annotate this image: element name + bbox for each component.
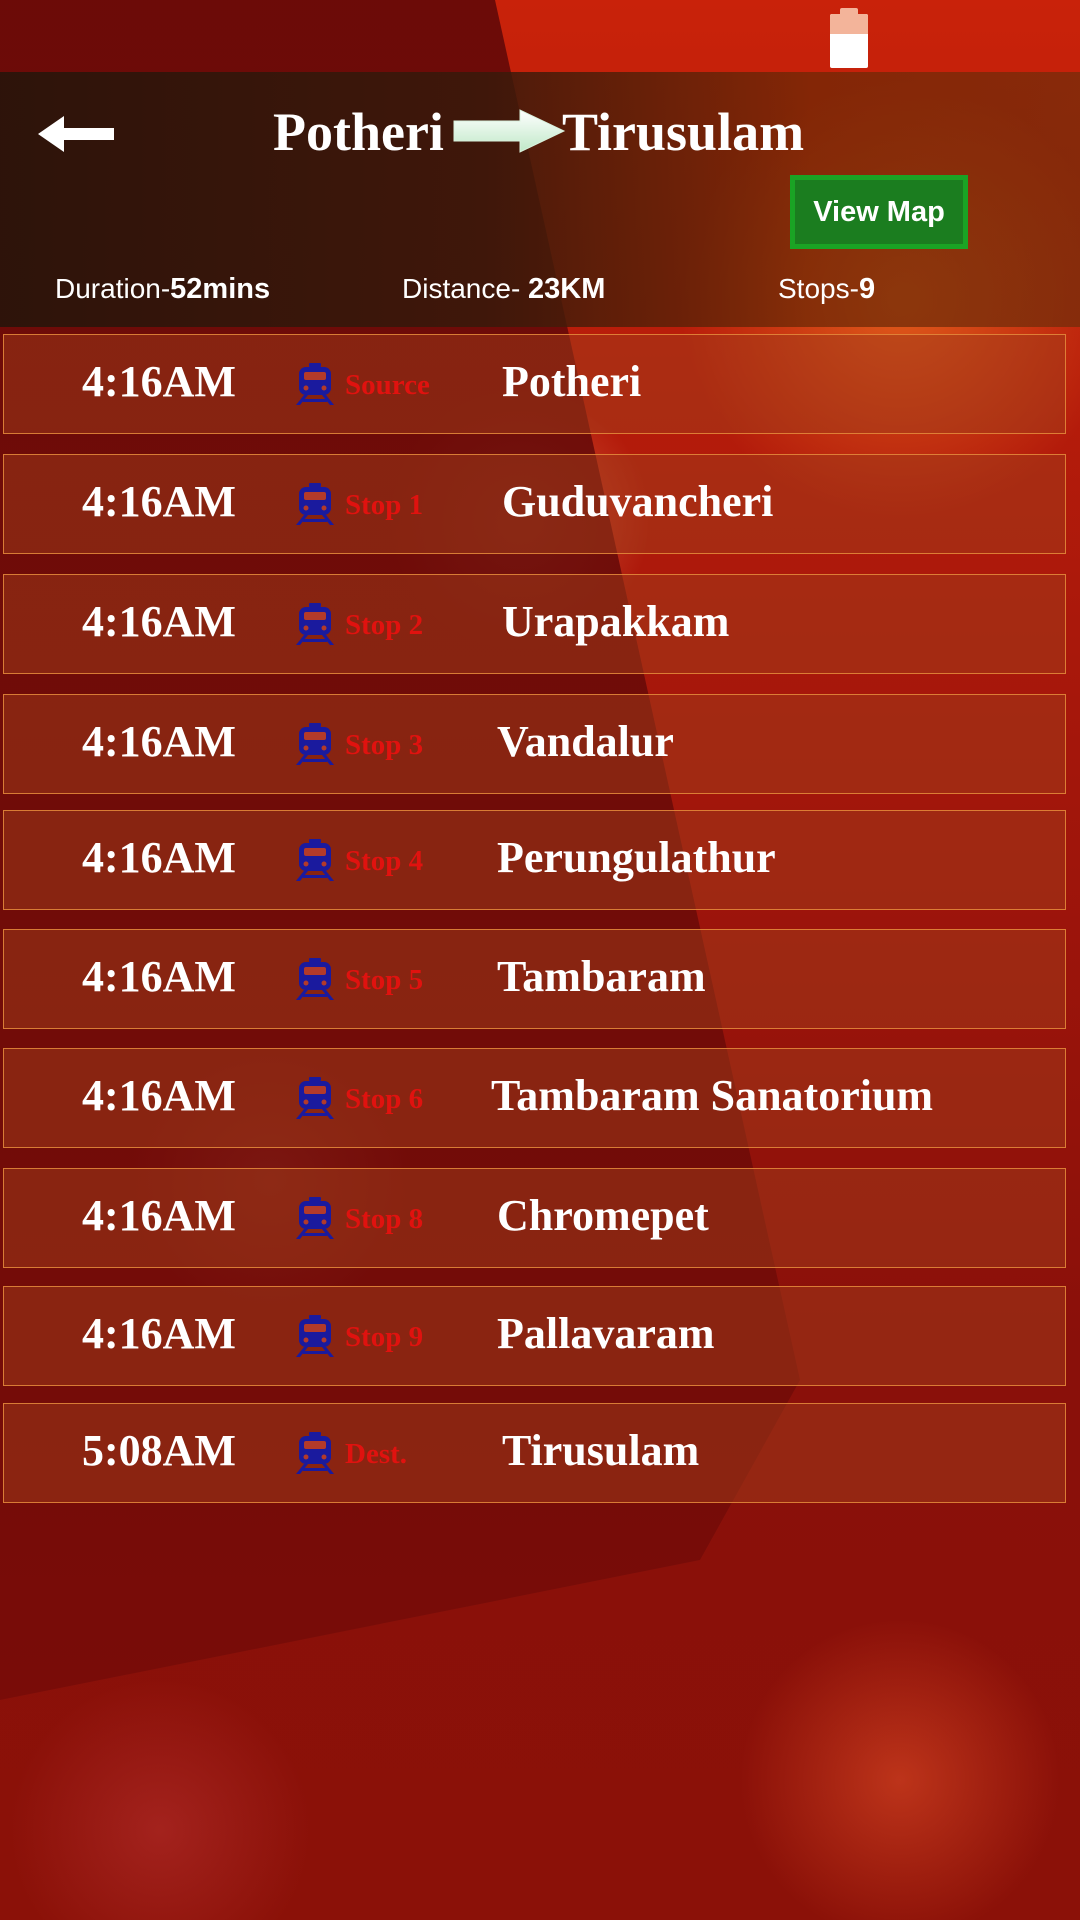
stop-label: Stop 8 [345, 1203, 424, 1235]
stops-value: 9 [858, 273, 876, 305]
station-name: Chromepet [497, 1191, 709, 1240]
station-name: Tambaram [497, 952, 706, 1001]
station-name: Vandalur [497, 717, 674, 766]
duration-info: Duration-52mins [55, 273, 270, 306]
route-header: Potheri Tirusulam View Map Duration-52mi… [0, 72, 1080, 327]
duration-value: 52mins [170, 273, 271, 305]
stop-time: 4:16AM [82, 833, 236, 882]
stop-label: Stop 4 [345, 845, 424, 877]
train-icon [296, 483, 334, 525]
back-arrow-icon[interactable] [38, 112, 118, 156]
stop-time: 4:16AM [82, 1071, 236, 1120]
train-icon [296, 1315, 334, 1357]
train-icon [296, 603, 334, 645]
train-icon [296, 1432, 334, 1474]
stop-time: 4:16AM [82, 597, 236, 646]
stop-label: Source [345, 369, 430, 401]
stop-time: 4:16AM [82, 952, 236, 1001]
stop-row[interactable]: 4:16AM Stop 9 Pallavaram [3, 1286, 1066, 1386]
distance-label: Distance- [402, 273, 521, 304]
stop-row[interactable]: 4:16AM Stop 5 Tambaram [3, 929, 1066, 1029]
stops-label: Stops- [778, 273, 859, 304]
train-icon [296, 723, 334, 765]
view-map-button[interactable]: View Map [790, 175, 968, 249]
train-icon [296, 1077, 334, 1119]
station-name: Perungulathur [497, 833, 776, 882]
stop-label: Dest. [345, 1438, 408, 1470]
stop-label: Stop 9 [345, 1321, 424, 1353]
train-icon [296, 363, 334, 405]
stop-row[interactable]: 4:16AM Stop 1 Guduvancheri [3, 454, 1066, 554]
stop-row[interactable]: 4:16AM Source Potheri [3, 334, 1066, 434]
distance-info: Distance- 23KM [402, 273, 605, 306]
station-name: Pallavaram [497, 1309, 715, 1358]
station-name: Potheri [502, 357, 642, 406]
battery-icon [830, 8, 868, 68]
stop-row[interactable]: 4:16AM Stop 2 Urapakkam [3, 574, 1066, 674]
stop-label: Stop 3 [345, 729, 424, 761]
route-origin: Potheri [273, 102, 444, 162]
stop-label: Stop 5 [345, 964, 424, 996]
stop-label: Stop 2 [345, 609, 424, 641]
station-name: Guduvancheri [502, 477, 774, 526]
stop-row[interactable]: 5:08AM Dest. Tirusulam [3, 1403, 1066, 1503]
stop-label: Stop 1 [345, 489, 424, 521]
stop-time: 5:08AM [82, 1426, 236, 1475]
stop-time: 4:16AM [82, 717, 236, 766]
route-destination: Tirusulam [562, 102, 805, 162]
right-arrow-icon [453, 109, 566, 153]
distance-value: 23KM [528, 273, 606, 305]
stop-label: Stop 6 [345, 1083, 424, 1115]
stop-time: 4:16AM [82, 1309, 236, 1358]
stop-row[interactable]: 4:16AM Stop 8 Chromepet [3, 1168, 1066, 1268]
status-bar [0, 0, 1080, 72]
stop-time: 4:16AM [82, 477, 236, 526]
station-name: Urapakkam [502, 597, 730, 646]
station-name: Tirusulam [502, 1426, 700, 1475]
stop-time: 4:16AM [82, 1191, 236, 1240]
stop-time: 4:16AM [82, 357, 236, 406]
stop-row[interactable]: 4:16AM Stop 3 Vandalur [3, 694, 1066, 794]
stop-row[interactable]: 4:16AM Stop 4 Perungulathur [3, 810, 1066, 910]
stop-row[interactable]: 4:16AM Stop 6 Tambaram Sanatorium [3, 1048, 1066, 1148]
train-icon [296, 839, 334, 881]
train-icon [296, 958, 334, 1000]
train-icon [296, 1197, 334, 1239]
station-name: Tambaram Sanatorium [491, 1071, 934, 1120]
duration-label: Duration- [55, 273, 171, 304]
stops-info: Stops-9 [778, 273, 875, 306]
